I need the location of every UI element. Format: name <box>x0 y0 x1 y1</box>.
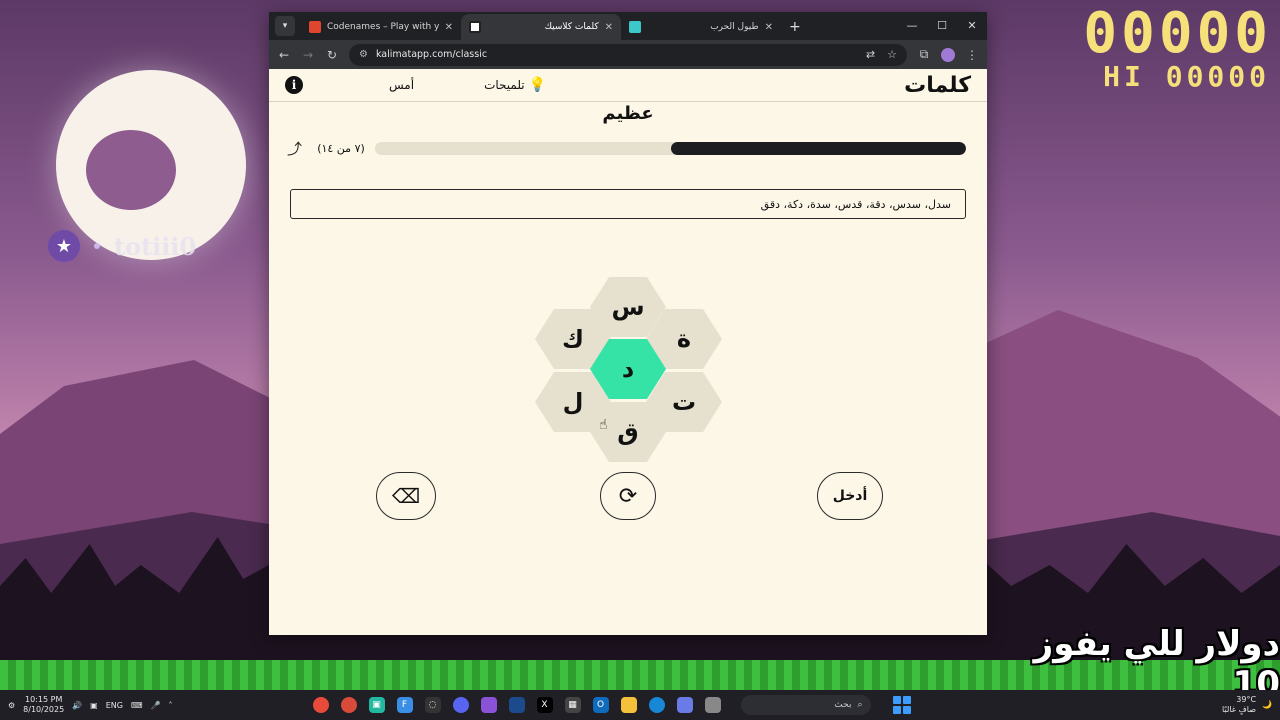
taskbar-search[interactable]: بحث ⌕ <box>740 695 871 715</box>
mic-icon[interactable]: 🎤 <box>151 701 161 710</box>
folder-icon[interactable] <box>620 697 637 713</box>
m365-icon[interactable] <box>480 697 497 713</box>
overlay-hiscore: HI 00000 <box>1103 60 1270 93</box>
reload-icon[interactable]: ↻ <box>325 48 339 62</box>
hints-label: تلميحات <box>484 78 525 92</box>
moon-weather-icon: 🌙 <box>1262 700 1272 709</box>
kalimat-favicon-icon <box>469 21 481 33</box>
network-icon[interactable]: ▣ <box>90 701 98 710</box>
settings-icon[interactable]: ⚙ <box>8 701 15 710</box>
backspace-icon: ⌫ <box>391 484 421 508</box>
capture-icon[interactable]: ◌ <box>424 697 441 713</box>
search-placeholder: بحث <box>834 700 852 710</box>
found-words-box[interactable]: سدل، سدس، دقة، قدس، سدة، دكة، دقق <box>290 189 966 219</box>
keyboard-icon[interactable]: ⌨ <box>131 701 143 710</box>
outlook-icon[interactable]: O <box>592 697 609 713</box>
profile-avatar[interactable] <box>941 47 955 62</box>
tab-search-icon[interactable]: ▾ <box>275 16 295 36</box>
close-icon[interactable]: ✕ <box>445 22 453 33</box>
lightbulb-icon: 💡 <box>528 77 547 93</box>
window-controls: — ☐ ✕ <box>897 12 987 38</box>
delete-button[interactable]: ⌫ <box>376 472 436 520</box>
chevron-up-icon[interactable]: ˄ <box>169 701 173 710</box>
taskbar-tray-left: ⚙ 10:15 PM 8/10/2025 🔊 ▣ ENG ⌨ 🎤 ˄ <box>8 695 173 715</box>
minimize-icon[interactable]: — <box>897 12 927 38</box>
copilot-icon[interactable] <box>676 697 693 713</box>
app-header: i أمس تلميحات 💡 كلمات <box>269 69 987 102</box>
status-dot <box>94 243 100 249</box>
chrome-icon[interactable] <box>312 697 329 713</box>
vscode-icon[interactable] <box>508 697 525 713</box>
browser-window: ▾ Codenames – Play with your Fr ✕ كلمات … <box>269 12 987 635</box>
taskbar-apps: ▣ F ◌ X ▦ O بحث ⌕ <box>312 695 911 715</box>
site-info-icon[interactable]: ⚙ <box>359 49 368 60</box>
info-icon[interactable]: i <box>285 76 303 94</box>
url-field[interactable]: ⚙ kalimatapp.com/classic ⇄ ☆ <box>349 43 907 66</box>
tab-codenames[interactable]: Codenames – Play with your Fr ✕ <box>301 14 461 40</box>
x-icon[interactable]: X <box>536 697 553 713</box>
speaker-icon[interactable]: 🔊 <box>72 701 82 710</box>
forward-icon[interactable]: → <box>301 48 315 62</box>
search-icon: ⌕ <box>857 700 863 710</box>
codenames-favicon-icon <box>309 21 321 33</box>
overlay-score: 00000 <box>1083 1 1272 66</box>
chrome-profile-icon[interactable] <box>340 697 357 713</box>
enter-button[interactable]: أدخل <box>817 472 883 520</box>
share-icon[interactable]: ⤴ <box>287 138 307 159</box>
extensions-icon[interactable]: ⧉ <box>917 47 931 62</box>
star-icon: ★ <box>48 230 80 262</box>
language-indicator[interactable]: ENG <box>106 701 123 710</box>
edge-icon[interactable] <box>648 697 665 713</box>
tab-title: كلمات كلاسيك <box>544 22 599 32</box>
weather-widget[interactable]: 39°C صافٍ غالبًا 🌙 <box>1222 695 1272 715</box>
app-logo: كلمات <box>904 72 971 98</box>
progress-bar <box>375 142 966 155</box>
progress-row: ⤴ (٧ من ١٤) <box>287 138 966 159</box>
clock-date: 8/10/2025 <box>23 705 65 714</box>
new-tab-icon[interactable]: + <box>789 19 801 35</box>
found-words-text: سدل، سدس، دقة، قدس، سدة، دكة، دقق <box>760 197 951 211</box>
translate-icon[interactable]: ⇄ <box>866 48 875 61</box>
clock[interactable]: 10:15 PM 8/10/2025 <box>23 695 64 715</box>
url-text: kalimatapp.com/classic <box>375 49 488 60</box>
close-window-icon[interactable]: ✕ <box>957 12 987 38</box>
mouse-pointer-icon: ☝ <box>599 417 608 433</box>
temperature: 39°C <box>1236 695 1257 704</box>
discord-icon[interactable] <box>452 697 469 713</box>
window-icon[interactable] <box>704 697 721 713</box>
shuffle-button[interactable]: ⟳ <box>600 472 656 520</box>
taskbar: ⚙ 10:15 PM 8/10/2025 🔊 ▣ ENG ⌨ 🎤 ˄ ▣ F ◌… <box>0 690 1280 720</box>
shuffle-icon: ⟳ <box>618 483 638 509</box>
maximize-icon[interactable]: ☐ <box>927 12 957 38</box>
tab-war[interactable]: طيول الحرب ✕ <box>621 14 781 40</box>
address-bar-row: ← → ↻ ⚙ kalimatapp.com/classic ⇄ ☆ ⧉ ⋮ <box>269 40 987 69</box>
clock-time: 10:15 PM <box>25 695 63 704</box>
progress-bar-fill <box>670 142 966 155</box>
menu-kebab-icon[interactable]: ⋮ <box>965 48 979 62</box>
tab-title: Codenames – Play with your Fr <box>327 22 439 32</box>
close-icon[interactable]: ✕ <box>765 22 773 33</box>
files-app-icon[interactable]: F <box>396 697 413 713</box>
store-icon[interactable]: ▦ <box>564 697 581 713</box>
rank-title: عظيم <box>602 103 654 124</box>
war-favicon-icon <box>629 21 641 33</box>
streamer-name: totiii0 <box>114 231 197 261</box>
hints-button[interactable]: تلميحات 💡 <box>484 77 546 93</box>
close-icon[interactable]: ✕ <box>605 22 613 33</box>
weather-condition: صافٍ غالبًا <box>1222 705 1257 714</box>
game-app-icon[interactable]: ▣ <box>368 697 385 713</box>
tab-kalimat[interactable]: كلمات كلاسيك ✕ <box>461 14 621 40</box>
omnibox-actions: ⇄ ☆ <box>866 48 897 61</box>
back-icon[interactable]: ← <box>277 48 291 62</box>
yesterday-link[interactable]: أمس <box>389 78 414 92</box>
streamer-badge: ★ totiii0 <box>48 230 196 262</box>
tab-title: طيول الحرب <box>710 22 759 32</box>
progress-count: (٧ من ١٤) <box>317 142 365 155</box>
bookmark-star-icon[interactable]: ☆ <box>887 48 897 61</box>
tab-strip: ▾ Codenames – Play with your Fr ✕ كلمات … <box>269 12 987 40</box>
windows-start-icon[interactable] <box>892 696 911 714</box>
